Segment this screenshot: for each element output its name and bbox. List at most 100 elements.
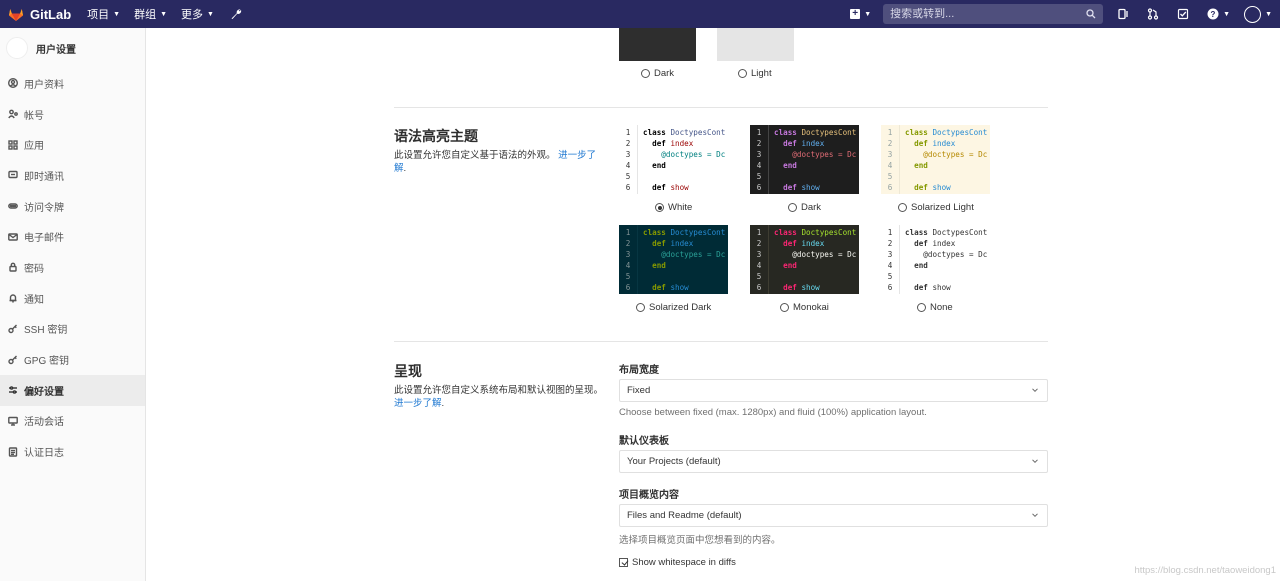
search-box[interactable]: [883, 4, 1104, 24]
sidebar-item-ssh-keys[interactable]: SSH 密钥: [0, 314, 145, 345]
chevron-down-icon: ▼: [1265, 10, 1272, 18]
sidebar-item-emails[interactable]: 电子邮件: [0, 221, 145, 252]
theme-option-dark[interactable]: Dark: [641, 68, 674, 79]
key-icon: [8, 355, 17, 364]
project-overview-help: 选择项目概览页面中您想看到的内容。: [619, 535, 781, 546]
dashboard-select[interactable]: Your Projects (default): [619, 450, 1048, 473]
syntax-section-title: 语法高亮主题: [394, 128, 478, 144]
user-icon: [8, 78, 18, 89]
applications-icon: [8, 140, 18, 150]
layout-width-label: 布局宽度: [619, 365, 659, 376]
sidebar-item-preferences[interactable]: 偏好设置: [0, 374, 145, 406]
preferences-icon: [9, 386, 17, 395]
gitlab-logo[interactable]: GitLab: [8, 6, 87, 22]
user-menu-button[interactable]: ▼: [1244, 5, 1272, 23]
main-content: Dark Light 语法高亮主题 此设置允许您自定义基于语法的外观。 进一步了…: [146, 28, 1280, 581]
display-learn-more-link[interactable]: 进一步了解: [394, 398, 442, 409]
display-section-title: 呈现: [394, 363, 422, 379]
search-icon: [1086, 9, 1096, 19]
sidebar-item-authentication-log[interactable]: 认证日志: [0, 436, 145, 467]
nav-more[interactable]: 更多 ▼: [181, 6, 214, 22]
syntax-option-monokai[interactable]: Monokai: [780, 302, 829, 313]
project-overview-label: 项目概览内容: [619, 490, 679, 501]
sidebar-avatar: [6, 37, 28, 59]
sidebar-item-active-sessions[interactable]: 活动会话: [0, 406, 145, 437]
watermark: https://blog.csdn.net/taoweidong1: [1134, 565, 1276, 576]
sidebar-item-gpg-keys[interactable]: GPG 密钥: [0, 344, 145, 375]
sidebar-item-profile[interactable]: 用户资料: [0, 68, 145, 99]
theme-swatch-light[interactable]: [717, 28, 794, 61]
display-section-description: 此设置允许您自定义系统布局和默认视图的呈现。 进一步了解.: [394, 385, 604, 409]
chevron-down-icon: [1032, 513, 1038, 518]
key-icon: [8, 324, 17, 334]
account-icon: [8, 109, 18, 119]
sidebar-item-password[interactable]: 密码: [0, 252, 145, 283]
whitespace-option[interactable]: Show whitespace in diffs: [619, 557, 736, 568]
brand-name: GitLab: [30, 6, 72, 22]
sidebar-header[interactable]: 用户设置: [0, 28, 145, 68]
issues-icon[interactable]: [1117, 8, 1129, 20]
sidebar-item-notifications[interactable]: 通知: [0, 283, 145, 314]
whitespace-checkbox[interactable]: [619, 558, 628, 567]
syntax-preview-solarized-dark[interactable]: 1 2 3 4 5 6 class DoctypesCont def index @doct…: [619, 225, 728, 294]
search-input[interactable]: [890, 8, 1087, 20]
chevron-down-icon: [1032, 459, 1038, 464]
log-icon: [8, 446, 18, 457]
theme-radio-dark[interactable]: [641, 69, 650, 78]
plus-icon: +: [850, 9, 861, 19]
svg-text:?: ?: [1211, 10, 1216, 19]
chat-icon: [8, 171, 18, 179]
syntax-preview-none[interactable]: 1 2 3 4 5 6 class DoctypesCont def index @doct…: [881, 225, 990, 294]
help-button[interactable]: ? ▼: [1207, 8, 1230, 20]
bell-icon: [9, 294, 17, 303]
new-item-button[interactable]: + ▼: [850, 9, 871, 19]
help-icon: ?: [1207, 8, 1219, 20]
syntax-preview-white[interactable]: 1 2 3 4 5 6 class DoctypesCont def index @doct…: [619, 125, 728, 194]
admin-wrench-icon[interactable]: [230, 8, 242, 20]
syntax-preview-monokai[interactable]: 1 2 3 4 5 6 class DoctypesCont def index @doct…: [750, 225, 859, 294]
nav-projects[interactable]: 项目 ▼: [87, 6, 120, 22]
syntax-option-dark[interactable]: Dark: [788, 202, 821, 213]
sidebar-title: 用户设置: [36, 44, 76, 56]
syntax-radio-dark[interactable]: [788, 203, 797, 212]
gitlab-fox-icon: [9, 9, 23, 21]
chevron-down-icon: ▼: [113, 10, 121, 18]
layout-width-help: Choose between fixed (max. 1280px) and f…: [619, 407, 927, 418]
nav-groups[interactable]: 群组 ▼: [134, 6, 167, 22]
sidebar-item-account[interactable]: 帐号: [0, 99, 145, 130]
syntax-radio-solarized-light[interactable]: [898, 203, 907, 212]
project-overview-select[interactable]: Files and Readme (default): [619, 504, 1048, 527]
chevron-down-icon: ▼: [1223, 10, 1231, 18]
syntax-preview-solarized-light[interactable]: 1 2 3 4 5 6 class DoctypesCont def index @doct…: [881, 125, 990, 194]
syntax-preview-dark[interactable]: 1 2 3 4 5 6 class DoctypesCont def index @doct…: [750, 125, 859, 194]
settings-sidebar: 用户设置 用户资料 帐号 应用 即时通讯 访问令牌 电子邮件 密码 通知 SSH…: [0, 28, 146, 581]
theme-radio-light[interactable]: [738, 69, 747, 78]
top-navbar: GitLab 项目 ▼ 群组 ▼ 更多 ▼ + ▼ 搜索或转到... ? ▼ ▼: [0, 0, 1280, 28]
nav-right-group: +▼ ? ▼ ▼: [850, 0, 1280, 28]
theme-swatch-dark[interactable]: [619, 28, 696, 61]
sidebar-item-applications[interactable]: 应用: [0, 129, 145, 160]
layout-width-select[interactable]: Fixed: [619, 379, 1048, 402]
chevron-down-icon: ▼: [864, 10, 872, 18]
syntax-radio-white[interactable]: [655, 203, 664, 212]
theme-option-light[interactable]: Light: [738, 68, 772, 79]
mail-icon: [8, 233, 18, 241]
chevron-down-icon: ▼: [160, 10, 168, 18]
syntax-option-solarized-dark[interactable]: Solarized Dark: [636, 302, 711, 313]
merge-requests-icon[interactable]: [1147, 8, 1159, 20]
sidebar-item-access-tokens[interactable]: 访问令牌: [0, 191, 145, 222]
syntax-option-solarized-light[interactable]: Solarized Light: [898, 202, 974, 213]
monitor-icon: [8, 416, 18, 426]
syntax-radio-solarized-dark[interactable]: [636, 303, 645, 312]
divider: [394, 341, 1048, 342]
syntax-option-white[interactable]: White: [655, 202, 692, 213]
sidebar-item-chat[interactable]: 即时通讯: [0, 160, 145, 191]
syntax-section-description: 此设置允许您自定义基于语法的外观。 进一步了解.: [394, 150, 597, 174]
dashboard-label: 默认仪表板: [619, 436, 669, 447]
token-icon: [8, 203, 18, 209]
avatar: [1244, 5, 1262, 23]
syntax-option-none[interactable]: None: [917, 302, 953, 313]
todos-icon[interactable]: [1177, 8, 1189, 20]
syntax-radio-monokai[interactable]: [780, 303, 789, 312]
syntax-radio-none[interactable]: [917, 303, 926, 312]
